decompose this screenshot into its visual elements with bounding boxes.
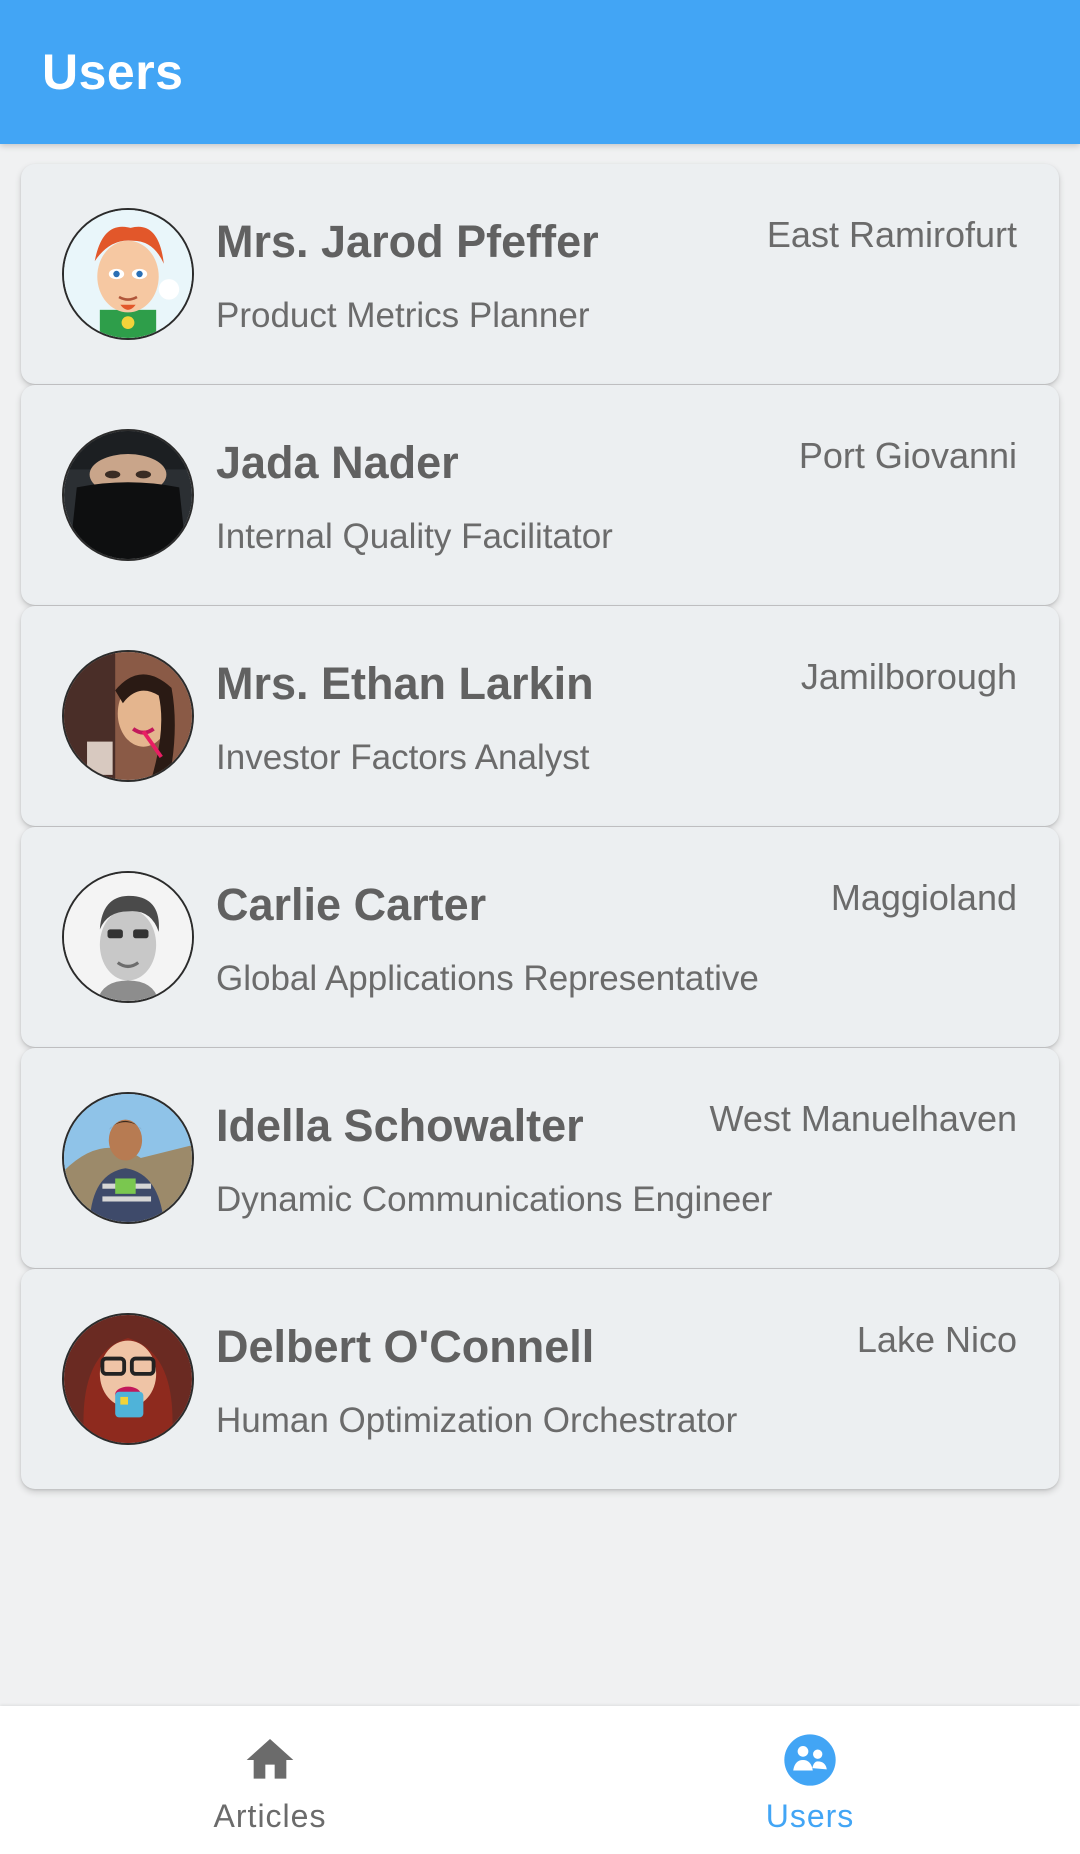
user-card[interactable]: Idella Schowalter Dynamic Communications… [21,1048,1059,1268]
users-icon [782,1732,838,1788]
nav-item-users[interactable]: Users [540,1706,1080,1854]
user-card[interactable]: Delbert O'Connell Human Optimization Orc… [21,1269,1059,1489]
user-name: Jada Nader [216,437,459,488]
user-city: Maggioland [830,877,1017,918]
man-outdoor-photo-avatar [62,1092,194,1224]
user-city: East Ramirofurt [766,214,1017,255]
user-name: Idella Schowalter [216,1100,584,1151]
user-list[interactable]: Mrs. Jarod Pfeffer Product Metrics Plann… [0,144,1080,1706]
user-name: Mrs. Ethan Larkin [216,658,594,709]
nav-label-articles: Articles [213,1798,327,1834]
user-city: Port Giovanni [798,435,1017,476]
user-name: Mrs. Jarod Pfeffer [216,216,599,267]
user-card[interactable]: Jada Nader Internal Quality Facilitator … [21,385,1059,605]
nav-item-articles[interactable]: Articles [0,1706,540,1854]
user-title: Product Metrics Planner [216,296,590,335]
nav-label-users: Users [765,1798,855,1834]
user-name: Carlie Carter [216,879,487,930]
masked-face-avatar [62,429,194,561]
home-icon [242,1732,298,1788]
user-card[interactable]: Carlie Carter Global Applications Repres… [21,827,1059,1047]
user-title: Dynamic Communications Engineer [216,1180,773,1219]
user-title: Investor Factors Analyst [216,738,590,777]
user-card[interactable]: Mrs. Ethan Larkin Investor Factors Analy… [21,606,1059,826]
cartoon-avatar [62,208,194,340]
user-city: West Manuelhaven [709,1098,1017,1139]
user-card[interactable]: Mrs. Jarod Pfeffer Product Metrics Plann… [21,164,1059,384]
user-city: Jamilborough [800,656,1017,697]
woman-photo-avatar [62,650,194,782]
man-bw-photo-avatar [62,871,194,1003]
user-title: Human Optimization Orchestrator [216,1401,738,1440]
user-name: Delbert O'Connell [216,1321,595,1372]
bottom-navigation: Articles Users [0,1706,1080,1854]
app-bar: Users [0,0,1080,144]
user-title: Internal Quality Facilitator [216,517,613,556]
user-title: Global Applications Representative [216,959,759,998]
user-city: Lake Nico [856,1319,1017,1360]
woman-glasses-photo-avatar [62,1313,194,1445]
page-title: Users [42,44,184,100]
